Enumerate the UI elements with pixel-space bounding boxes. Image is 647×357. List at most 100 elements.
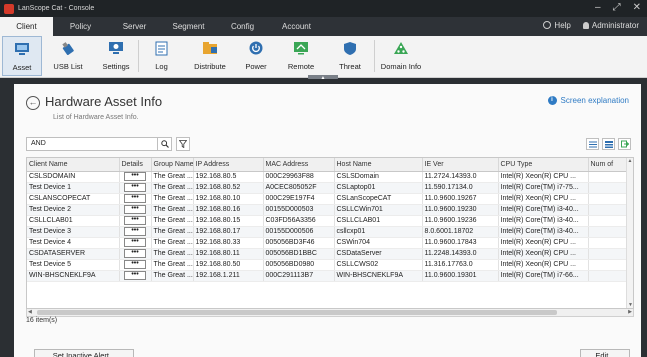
window-title: LanScope Cat - Console [18, 5, 95, 12]
table-row[interactable]: CSLANSCOPECAT ••• The Great ... 192.168.80.… [27, 193, 633, 205]
details-button[interactable]: ••• [124, 271, 146, 280]
cell-host-name: CSWin704 [334, 237, 423, 249]
column-header-host-name[interactable]: Host Name [334, 158, 423, 172]
scroll-left-icon[interactable]: ◀ [28, 309, 32, 315]
tab-client[interactable]: Client [0, 17, 53, 36]
cell-details: ••• [119, 259, 152, 271]
export-button[interactable] [618, 138, 631, 150]
title-bar: LanScope Cat - Console – ⤢ ✕ [0, 0, 647, 17]
cell-host-name: CSLanScopeCAT [334, 193, 423, 205]
column-header-ip-address[interactable]: IP Address [193, 158, 264, 172]
details-button[interactable]: ••• [124, 260, 146, 269]
cell-ie-ver: 11.0.9600.19236 [422, 215, 499, 227]
scroll-right-icon[interactable]: ▶ [628, 309, 632, 315]
help-link[interactable]: Help [543, 21, 571, 30]
help-icon [543, 21, 552, 29]
cell-client-name: CSLSDOMAIN [27, 171, 120, 183]
close-icon[interactable]: ✕ [633, 2, 641, 13]
table-row[interactable]: Test Device 2 ••• The Great ... 192.168.80.… [27, 204, 633, 216]
details-button[interactable]: ••• [124, 183, 146, 192]
minimize-icon[interactable]: – [595, 2, 601, 13]
asset-table: Client Name Details Group Name IP Addres… [26, 157, 634, 309]
cell-details: ••• [119, 204, 152, 216]
back-arrow-icon[interactable]: ← [26, 96, 40, 110]
filter-button[interactable] [176, 137, 190, 151]
cell-host-name: CSLLCWin701 [334, 204, 423, 216]
cell-details: ••• [119, 237, 152, 249]
cell-client-name: Test Device 5 [27, 259, 120, 271]
details-button[interactable]: ••• [124, 238, 146, 247]
details-button[interactable]: ••• [124, 216, 146, 225]
table-row[interactable]: CSDATASERVER ••• The Great ... 192.168.80.1… [27, 248, 633, 260]
tab-config[interactable]: Config [216, 17, 269, 36]
column-header-details[interactable]: Details [119, 158, 152, 172]
distribute-icon [202, 40, 218, 56]
tab-policy[interactable]: Policy [54, 17, 107, 36]
cell-group-name: The Great ... [151, 248, 194, 260]
page-subtitle: List of Hardware Asset Info. [53, 114, 139, 121]
cell-ip-address: 192.168.80.52 [193, 182, 264, 194]
details-button[interactable]: ••• [124, 194, 146, 203]
tab-account[interactable]: Account [270, 17, 323, 36]
search-button[interactable] [158, 137, 172, 151]
detail-view-icon [604, 140, 613, 148]
tab-server[interactable]: Server [108, 17, 161, 36]
hardware-asset-sheet: ← Hardware Asset Info List of Hardware A… [14, 84, 641, 357]
horizontal-scrollbar[interactable]: ◀ ▶ [26, 309, 634, 317]
toolbar-settings-button[interactable]: Settings [94, 36, 138, 76]
cell-details: ••• [119, 226, 152, 238]
search-input[interactable]: AND [26, 137, 158, 151]
table-row[interactable]: CSLLCLAB01 ••• The Great ... 192.168.80.15 C… [27, 215, 633, 227]
vertical-scrollbar[interactable]: ▲ ▼ [626, 158, 633, 308]
toolbar-domain-info-button[interactable]: Domain Info [375, 36, 427, 76]
column-header-client-name[interactable]: Client Name [27, 158, 120, 172]
detail-view-button[interactable] [602, 138, 615, 150]
toolbar-asset-button[interactable]: Asset [2, 36, 42, 76]
cell-cpu-type: Intel(R) Core(TM) i3-40... [498, 204, 589, 216]
cell-client-name: CSDATASERVER [27, 248, 120, 260]
set-inactive-alert-button[interactable]: Set Inactive Alert... [34, 349, 134, 357]
cell-cpu-type: Intel(R) Xeon(R) CPU ... [498, 248, 589, 260]
column-header-group-name[interactable]: Group Name [151, 158, 194, 172]
toolbar-distribute-button[interactable]: Distribute [184, 36, 236, 76]
column-header-mac-address[interactable]: MAC Address [263, 158, 335, 172]
cell-ip-address: 192.168.80.50 [193, 259, 264, 271]
table-row[interactable]: CSLSDOMAIN ••• The Great ... 192.168.80.5 00… [27, 171, 633, 183]
edit-button[interactable]: Edit... [580, 349, 630, 357]
maximize-icon[interactable]: ⤢ [613, 2, 621, 13]
table-row[interactable]: WIN-BHSCNEKLF9A ••• The Great ... 192.168.1… [27, 270, 633, 282]
details-button[interactable]: ••• [124, 227, 146, 236]
info-icon: i [547, 96, 557, 105]
cell-cpu-type: Intel(R) Core(TM) i7-66... [498, 270, 589, 282]
details-button[interactable]: ••• [124, 172, 146, 181]
export-icon [620, 140, 629, 148]
table-row[interactable]: Test Device 3 ••• The Great ... 192.168.80.… [27, 226, 633, 238]
domain-info-icon [393, 40, 409, 56]
cell-cpu-type: Intel(R) Xeon(R) CPU ... [498, 259, 589, 271]
cell-group-name: The Great ... [151, 193, 194, 205]
cell-client-name: Test Device 2 [27, 204, 120, 216]
screen-explanation-link[interactable]: i Screen explanation [547, 96, 629, 105]
toolbar-remote-button[interactable]: Remote [276, 36, 326, 76]
scroll-up-icon[interactable]: ▲ [627, 158, 633, 164]
horizontal-scroll-thumb[interactable] [37, 310, 557, 315]
tab-segment[interactable]: Segment [162, 17, 215, 36]
column-header-cpu-type[interactable]: CPU Type [498, 158, 589, 172]
toolbar-power-button[interactable]: Power [236, 36, 276, 76]
cell-ip-address: 192.168.80.11 [193, 248, 264, 260]
table-row[interactable]: Test Device 1 ••• The Great ... 192.168.80.… [27, 182, 633, 194]
column-header-ie-ver[interactable]: IE Ver [422, 158, 499, 172]
cell-group-name: The Great ... [151, 237, 194, 249]
user-menu[interactable]: Administrator [582, 21, 639, 30]
details-button[interactable]: ••• [124, 205, 146, 214]
settings-icon [108, 40, 124, 56]
toolbar-log-button[interactable]: Log [139, 36, 184, 76]
toolbar-usb-list-button[interactable]: USB List [42, 36, 94, 76]
details-button[interactable]: ••• [124, 249, 146, 258]
table-row[interactable]: Test Device 5 ••• The Great ... 192.168.80.… [27, 259, 633, 271]
list-view-button[interactable] [586, 138, 599, 150]
toolbar-threat-button[interactable]: Threat [326, 36, 374, 76]
scroll-down-icon[interactable]: ▼ [627, 302, 633, 308]
table-row[interactable]: Test Device 4 ••• The Great ... 192.168.80.… [27, 237, 633, 249]
cell-cpu-type: Intel(R) Xeon(R) CPU ... [498, 171, 589, 183]
